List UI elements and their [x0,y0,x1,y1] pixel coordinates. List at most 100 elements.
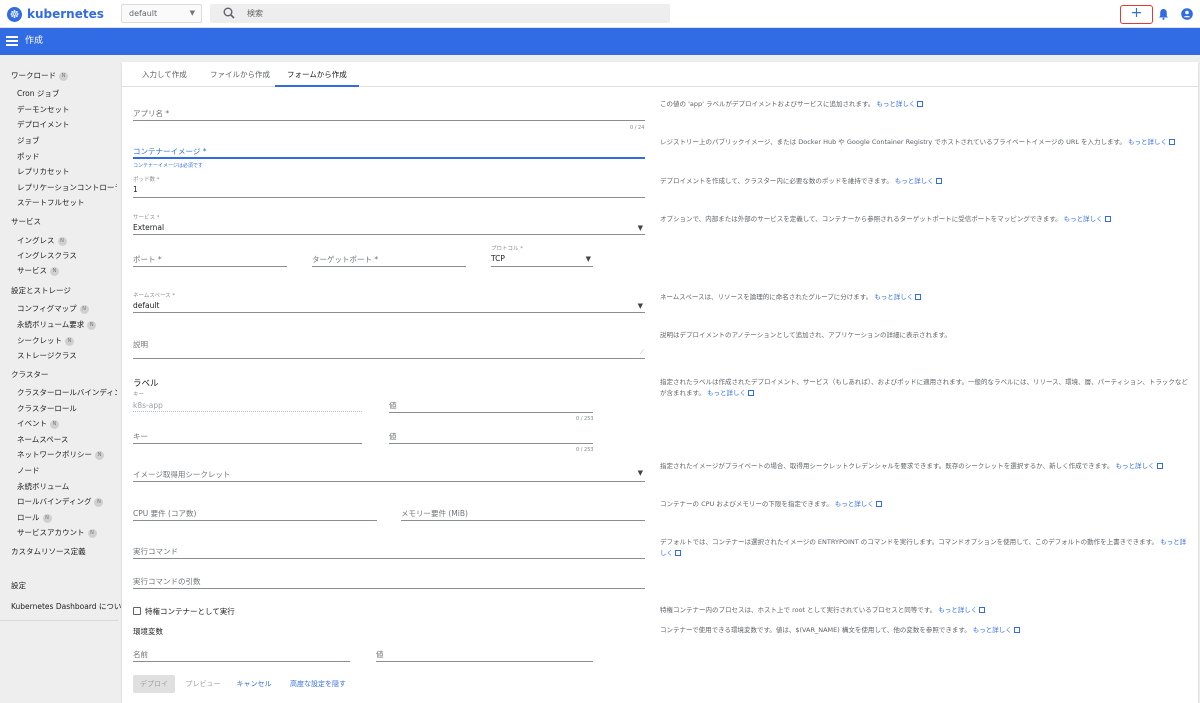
chevron-down-icon: ▼ [585,255,591,263]
pods-field[interactable]: ポッド数 * 1 [133,175,645,198]
notifications-icon[interactable] [1158,8,1169,20]
learn-more-link[interactable]: もっと詳しく [973,626,1012,634]
underline [133,558,645,559]
underline [133,120,645,121]
sidebar-item-events[interactable]: イベント N [17,418,117,429]
sidebar-section-config-storage[interactable]: 設定とストレージ [11,285,71,296]
resize-handle-icon[interactable]: ⟋ [640,349,644,357]
memory-field[interactable]: メモリー要件 (MiB) [401,507,645,521]
sidebar-item-jobs[interactable]: ジョブ [17,135,117,146]
sidebar-section-cluster[interactable]: クラスター [11,369,48,380]
underline [401,520,645,521]
sidebar-item-pvcs[interactable]: 永続ボリューム要求 N [17,319,117,330]
underline [133,443,362,444]
kubernetes-logo[interactable]: ☸ kubernetes [7,6,104,22]
run-command-field[interactable]: 実行コマンド [133,545,645,559]
hide-advanced-button[interactable]: 高度な設定を隠す [285,675,351,693]
sidebar-item-nodes[interactable]: ノード [17,465,117,476]
sidebar-item-rolebindings[interactable]: ロールバインディング N [17,496,117,507]
new-badge: N [50,266,59,276]
sidebar-section-services[interactable]: サービス [11,216,41,227]
help-pull-secret: 指定されたイメージがプライベートの場合、取得用シークレットクレデンシャルを要求で… [660,461,1190,472]
learn-more-link[interactable]: もっと詳しく [1128,138,1167,146]
learn-more-link[interactable]: もっと詳しく [874,293,913,301]
helm-wheel-icon: ☸ [7,6,22,22]
sidebar-item-networkpolicies[interactable]: ネットワークポリシー N [17,449,117,460]
label-key-field-2[interactable]: キー [133,430,362,444]
sidebar-item-deployments[interactable]: デプロイメント [17,119,117,130]
sidebar-item-clusterroles[interactable]: クラスターロール [17,403,117,414]
sidebar-item-pods[interactable]: ポッド [17,151,117,162]
sidebar-item-configmaps[interactable]: コンフィグマップ N [17,303,117,314]
sidebar-item-storageclasses[interactable]: ストレージクラス [17,350,117,361]
menu-icon[interactable] [6,36,18,46]
learn-more-link[interactable]: もっと詳しく [938,606,977,614]
namespace-select[interactable]: default ▼ [121,4,202,23]
run-args-field[interactable]: 実行コマンドの引数 [133,575,645,589]
privileged-checkbox[interactable] [133,607,141,615]
deploy-button[interactable]: デプロイ [133,675,175,693]
sidebar-divider [0,620,118,621]
sidebar-item-ingresses[interactable]: イングレス N [17,235,117,246]
label-value-field[interactable]: 値 [389,399,593,413]
learn-more-link[interactable]: もっと詳しく [876,100,915,108]
sidebar-item-about[interactable]: Kubernetes Dashboard について [11,601,129,612]
sidebar-item-replicationcontrollers[interactable]: レプリケーションコントローラー [17,182,117,193]
preview-button[interactable]: プレビュー [182,675,224,693]
namespace-field[interactable]: ネームスペース * default ▼ [133,291,645,313]
label-key-field[interactable]: キー k8s-app [133,390,362,412]
protocol-select[interactable]: プロトコル * TCP ▼ [491,244,593,267]
sidebar-item-settings[interactable]: 設定 [11,580,26,591]
sidebar-item-cronjobs[interactable]: Cron ジョブ [17,88,117,99]
new-badge: N [57,236,67,246]
learn-more-link[interactable]: もっと詳しく [835,500,874,508]
sidebar-item-persistentvolumes[interactable]: 永続ボリューム [17,481,117,492]
tab-form[interactable]: フォームから作成 [275,62,359,87]
tab-input[interactable]: 入力して作成 [142,62,187,87]
privileged-label: 特権コンテナーとして実行 [145,607,235,616]
sidebar-item-namespaces[interactable]: ネームスペース [17,434,117,445]
external-link-icon [1104,216,1111,222]
item-label: 永続ボリューム要求 [17,320,85,329]
search-bar[interactable]: 検索 [210,4,670,23]
chevron-down-icon: ▼ [637,224,643,232]
help-cpu: コンテナーの CPU およびメモリーの下限を指定できます。 もっと詳しく [660,499,1190,510]
account-icon[interactable] [1181,8,1193,20]
item-label: コンフィグマップ [17,304,77,313]
app-name-field[interactable]: アプリ名 * [133,107,645,121]
sidebar-item-crds[interactable]: カスタムリソース定義 [11,546,86,557]
env-name-field[interactable]: 名前 [133,648,350,662]
label-key-label: キー [133,392,145,398]
sidebar-item-serviceaccounts[interactable]: サービスアカウント N [17,527,117,538]
learn-more-link[interactable]: もっと詳しく [1064,215,1103,223]
underline [376,661,593,662]
sidebar-section-workloads[interactable]: ワークロード N [11,70,68,81]
sidebar-item-ingressclasses[interactable]: イングレスクラス [17,250,117,261]
label-value-field-2[interactable]: 値 [389,430,593,444]
env-value-field[interactable]: 値 [376,648,593,662]
port-field[interactable]: ポート * [133,253,287,267]
learn-more-link[interactable]: もっと詳しく [895,177,934,185]
underline [312,266,466,267]
description-field[interactable]: 説明 ⟋ [133,338,645,359]
sidebar-item-secrets[interactable]: シークレット N [17,335,117,346]
help-text: 特権コンテナー内のプロセスは、ホスト上で root として実行されているプロセス… [660,606,937,614]
target-port-field[interactable]: ターゲットポート * [312,253,466,267]
cpu-field[interactable]: CPU 要件 (コア数) [133,507,377,521]
sidebar-item-replicasets[interactable]: レプリカセット [17,166,117,177]
learn-more-link[interactable]: もっと詳しく [1116,462,1155,470]
sidebar-item-clusterrolebindings[interactable]: クラスターロールバインディング [17,387,117,398]
sidebar-item-daemonsets[interactable]: デーモンセット [17,104,117,115]
sidebar-item-roles[interactable]: ロール N [17,512,117,523]
service-value: External [133,223,165,232]
sidebar-item-services[interactable]: サービス N [17,265,117,276]
container-image-field[interactable]: コンテナーイメージ * [133,145,645,159]
create-button[interactable]: + [1120,5,1153,24]
service-select[interactable]: サービス * External ▼ [133,213,645,235]
learn-more-link[interactable]: もっと詳しく [707,389,746,397]
help-text: ネームスペースは、リソースを論理的に命名されたグループに分けます。 [660,293,873,301]
cancel-button[interactable]: キャンセル [233,675,275,693]
pull-secret-select[interactable]: イメージ取得用シークレット ▼ [133,468,645,482]
tab-file[interactable]: ファイルから作成 [210,62,270,87]
sidebar-item-statefulsets[interactable]: ステートフルセット [17,197,117,208]
